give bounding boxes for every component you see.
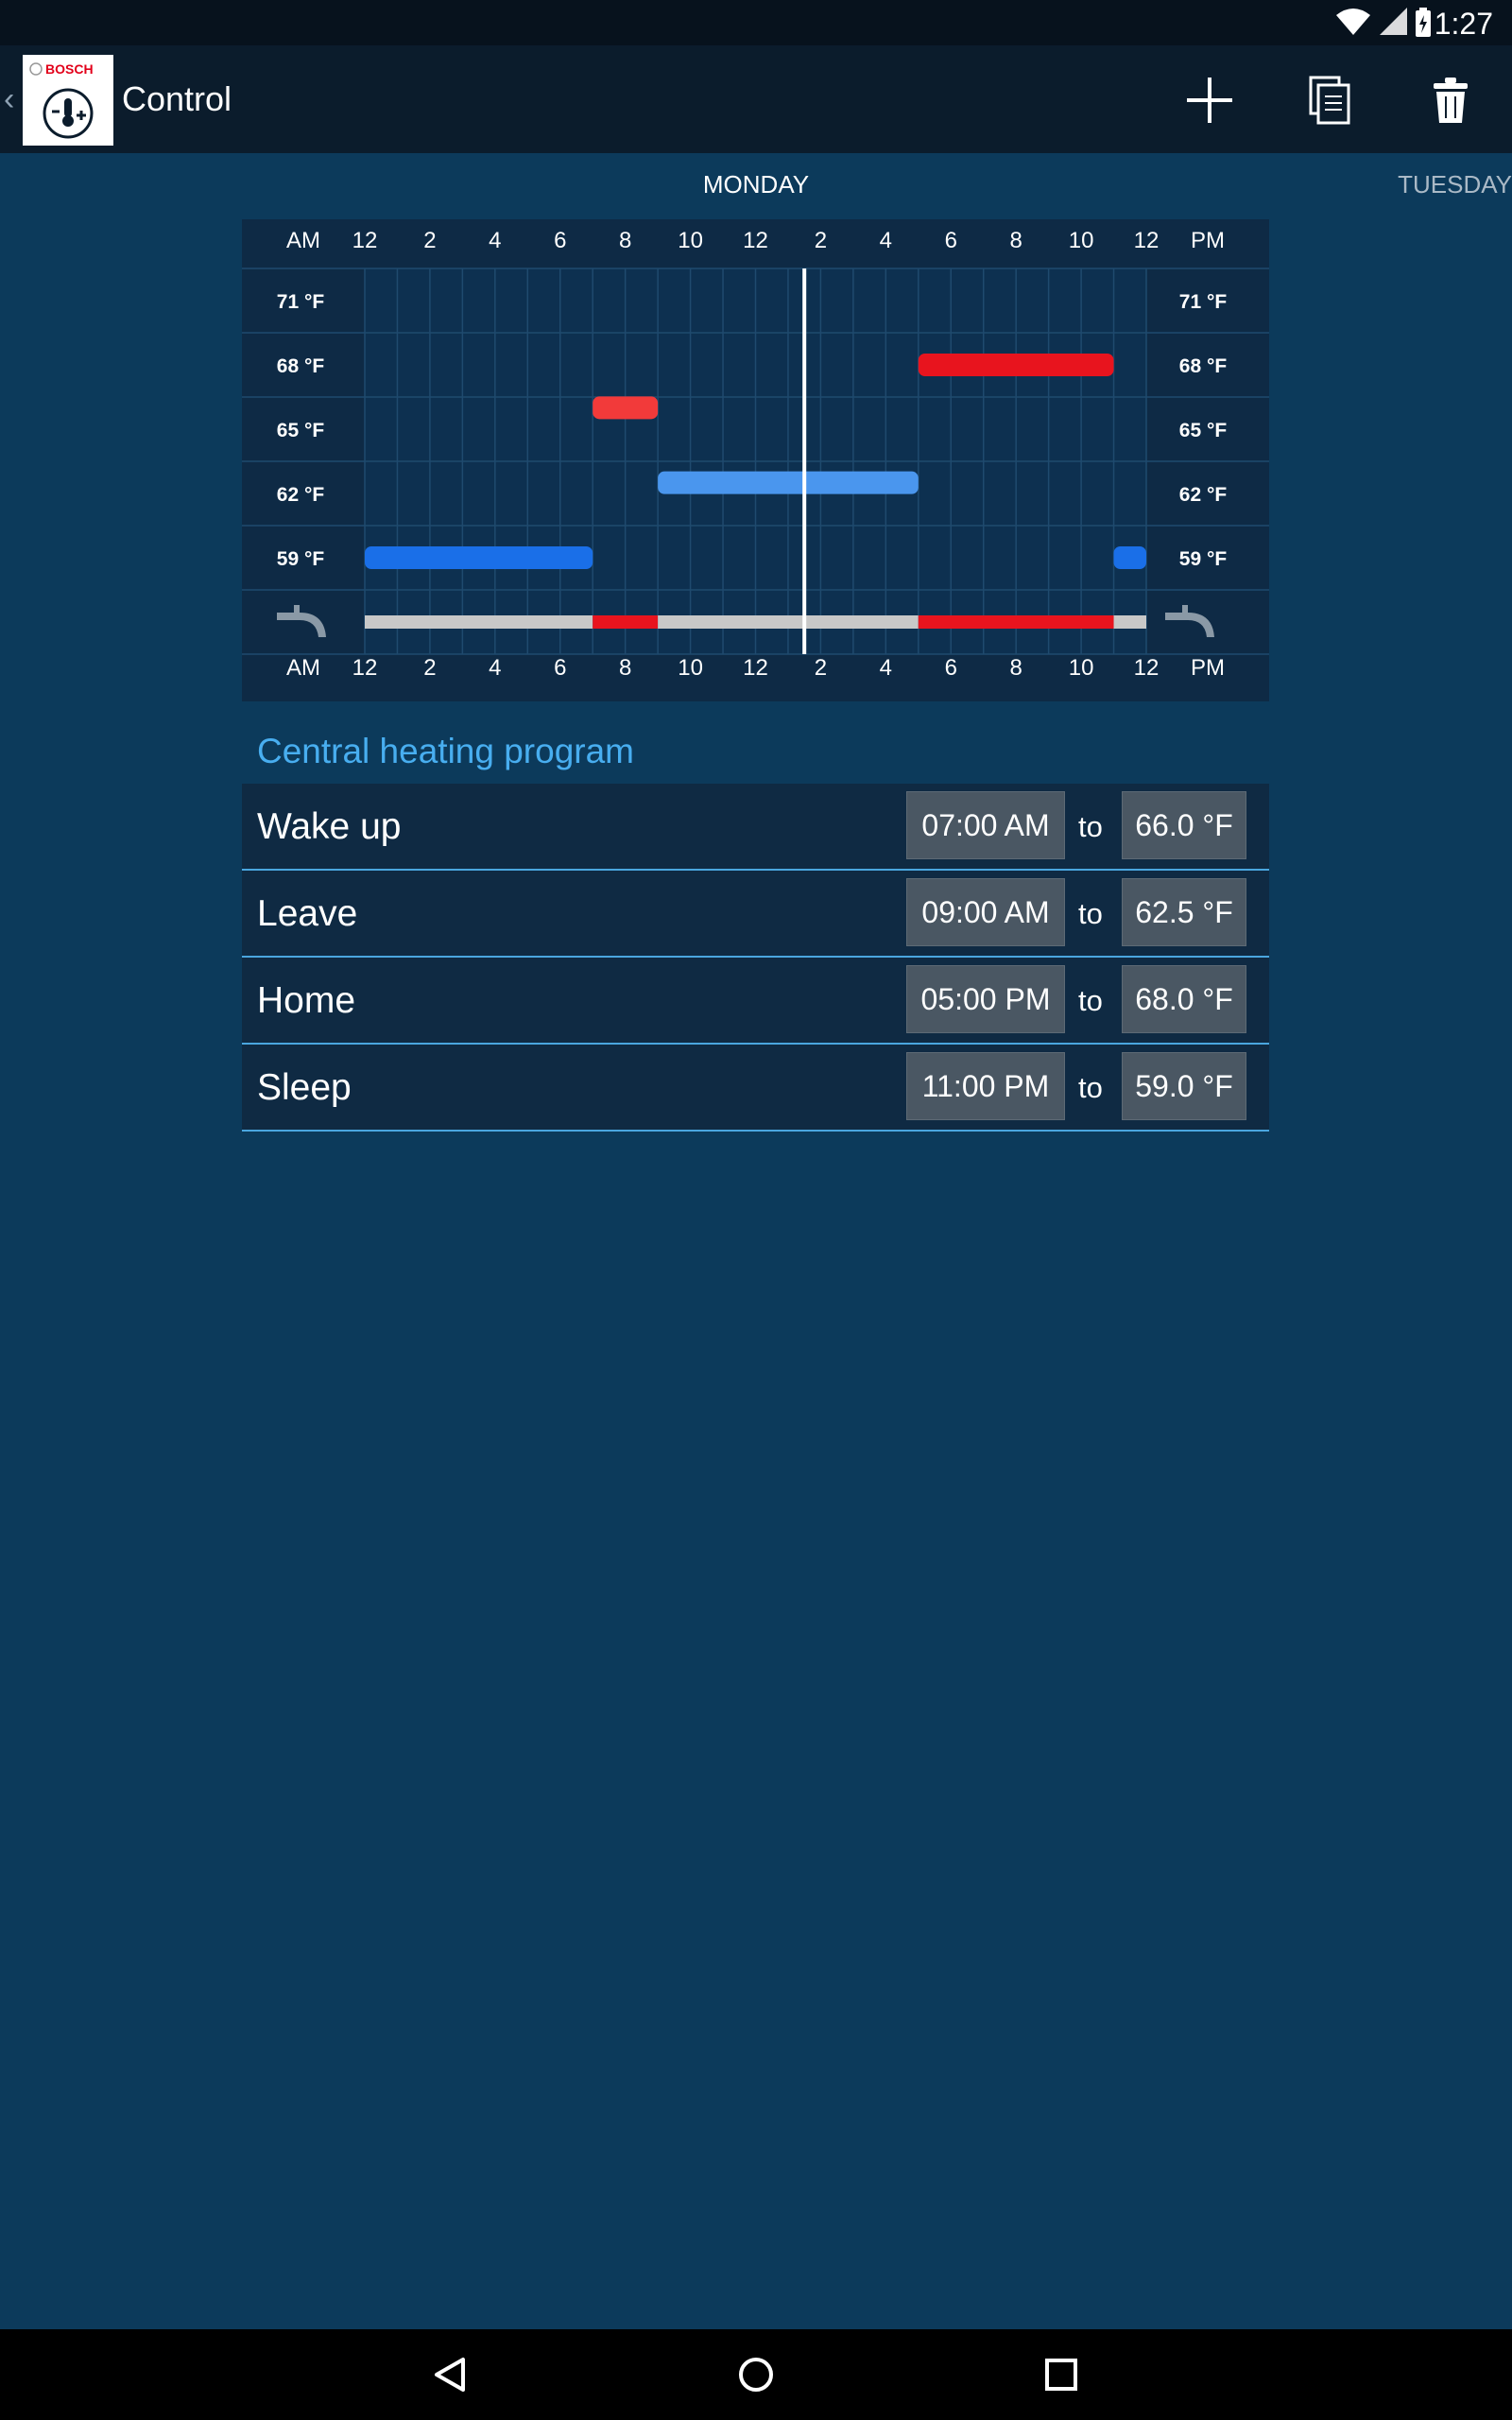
delete-icon (1434, 78, 1468, 123)
copy-icon (1309, 76, 1350, 125)
day-label-current[interactable]: MONDAY (0, 170, 1512, 199)
program-to-label: to (1078, 984, 1103, 1017)
nav-home-button[interactable] (726, 2348, 786, 2401)
program-temp-button[interactable]: 62.5 °F (1122, 878, 1246, 946)
y-tick-label-left: 62 °F (277, 484, 325, 506)
x-tick-label-bottom: 12 (743, 655, 768, 681)
clock: 1:27 (1434, 7, 1493, 41)
x-tick-label-top: 2 (815, 228, 827, 253)
navigation-bar (0, 2329, 1512, 2420)
x-tick-label-top: 10 (1069, 228, 1094, 253)
y-tick-label-left: 65 °F (277, 420, 325, 441)
x-tick-label-top: 12 (352, 228, 378, 253)
add-icon (1187, 78, 1232, 123)
x-tick-label-top: 8 (1009, 228, 1022, 253)
x-tick-label-bottom: 12 (1134, 655, 1160, 681)
y-tick-label-right: 65 °F (1179, 420, 1228, 441)
battery-charging-icon (1414, 8, 1433, 43)
nav-back-button[interactable] (420, 2348, 480, 2401)
x-tick-label-bottom: 8 (1009, 655, 1022, 681)
nav-recents-button[interactable] (1031, 2348, 1091, 2401)
temperature-segment (365, 546, 593, 569)
y-tick-label-right: 68 °F (1179, 355, 1228, 377)
x-tick-label-bottom: 6 (945, 655, 957, 681)
x-axis-am-label-top: AM (286, 228, 320, 253)
hot-water-segment (918, 615, 1114, 629)
program-temp-button[interactable]: 59.0 °F (1122, 1052, 1246, 1120)
program-row[interactable]: Sleep 11:00 PM to 59.0 °F (242, 1045, 1269, 1132)
x-axis-am-label-bottom: AM (286, 655, 320, 681)
x-tick-label-top: 2 (423, 228, 436, 253)
program-to-label: to (1078, 897, 1103, 930)
y-tick-label-left: 59 °F (277, 548, 325, 570)
temperature-segment (658, 471, 919, 494)
x-tick-label-top: 6 (554, 228, 566, 253)
app-logo[interactable]: BOSCH (23, 55, 113, 146)
x-tick-label-bottom: 4 (880, 655, 892, 681)
bosch-logo-text: BOSCH (45, 61, 94, 77)
schedule-chart[interactable]: AM PM 12 2 4 6 8 10 12 2 4 6 8 10 12 AM PM 12 2 4 6 8 10 12 2 4 6 8… (242, 219, 1269, 701)
x-tick-label-top: 4 (880, 228, 892, 253)
add-button[interactable] (1176, 66, 1244, 134)
app-bar: ‹ BOSCH Control (0, 45, 1512, 153)
program-time-button[interactable]: 07:00 AM (906, 791, 1065, 859)
nav-back-icon (435, 2358, 465, 2392)
program-row-name: Leave (257, 893, 358, 934)
hot-water-segment (1113, 615, 1146, 629)
program-time-button[interactable]: 11:00 PM (906, 1052, 1065, 1120)
y-tick-label-left: 71 °F (277, 291, 325, 313)
x-tick-label-top: 4 (489, 228, 501, 253)
x-tick-label-bottom: 10 (678, 655, 703, 681)
x-tick-label-bottom: 12 (352, 655, 378, 681)
hot-water-segment (365, 615, 593, 629)
program-row[interactable]: Leave 09:00 AM to 62.5 °F (242, 871, 1269, 958)
x-tick-label-top: 12 (1134, 228, 1160, 253)
y-tick-label-right: 59 °F (1179, 548, 1228, 570)
x-axis-pm-label-bottom: PM (1191, 655, 1225, 681)
program-time-button[interactable]: 09:00 AM (906, 878, 1065, 946)
y-tick-label-left: 68 °F (277, 355, 325, 377)
signal-icon (1380, 8, 1408, 41)
temperature-segment (1113, 546, 1146, 569)
status-bar: 1:27 (0, 0, 1512, 45)
y-tick-label-right: 71 °F (1179, 291, 1228, 313)
program-row[interactable]: Wake up 07:00 AM to 66.0 °F (242, 784, 1269, 871)
temperature-segment (918, 354, 1114, 376)
program-row[interactable]: Home 05:00 PM to 68.0 °F (242, 958, 1269, 1045)
day-label-next[interactable]: TUESDAY (1398, 170, 1512, 199)
x-tick-label-top: 10 (678, 228, 703, 253)
back-chevron-icon[interactable]: ‹ (4, 81, 14, 118)
program-row-name: Wake up (257, 806, 402, 847)
x-tick-label-bottom: 6 (554, 655, 566, 681)
x-axis-pm-label-top: PM (1191, 228, 1225, 253)
copy-button[interactable] (1296, 66, 1364, 134)
program-row-name: Home (257, 980, 356, 1021)
y-tick-label-right: 62 °F (1179, 484, 1228, 506)
nav-home-icon (739, 2358, 773, 2392)
x-tick-label-bottom: 2 (423, 655, 436, 681)
temperature-segment (593, 396, 659, 420)
x-tick-label-top: 8 (619, 228, 631, 253)
hot-water-segment (658, 615, 919, 629)
x-tick-label-bottom: 4 (489, 655, 501, 681)
program-temp-button[interactable]: 68.0 °F (1122, 965, 1246, 1033)
program-to-label: to (1078, 1071, 1103, 1104)
x-tick-label-bottom: 8 (619, 655, 631, 681)
program-title: Central heating program (257, 732, 634, 770)
hot-water-segment (593, 615, 659, 629)
x-tick-label-top: 12 (743, 228, 768, 253)
wifi-icon (1336, 8, 1370, 41)
program-row-name: Sleep (257, 1067, 352, 1108)
program-to-label: to (1078, 810, 1103, 843)
page-title: Control (122, 79, 232, 118)
x-tick-label-bottom: 10 (1069, 655, 1094, 681)
x-tick-label-top: 6 (945, 228, 957, 253)
nav-recents-icon (1045, 2359, 1077, 2391)
delete-button[interactable] (1417, 66, 1485, 134)
program-temp-button[interactable]: 66.0 °F (1122, 791, 1246, 859)
schedule-chart-svg: AM PM12 2 4 6 8 10 12 2 4 6 8 10 12AM PM12 2 4 6 8 10 12 2 4 6 8… (242, 219, 1269, 701)
program-time-button[interactable]: 05:00 PM (906, 965, 1065, 1033)
x-tick-label-bottom: 2 (815, 655, 827, 681)
